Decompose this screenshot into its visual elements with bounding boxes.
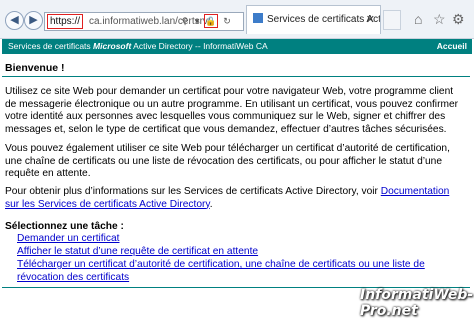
home-icon[interactable]: ⌂ — [414, 10, 422, 28]
intro-paragraph: Utilisez ce site Web pour demander un ce… — [5, 86, 459, 135]
browser-tab[interactable]: Services de certificats Active... ✕ — [246, 5, 381, 34]
welcome-heading: Bienvenue ! — [5, 62, 65, 74]
task-view-pending-status[interactable]: Afficher le statut d’une requête de cert… — [17, 246, 457, 259]
address-bar[interactable]: https:// ca.informatiweb.lan/certsrv/ ⚲ … — [44, 12, 244, 31]
divider — [2, 76, 470, 77]
dropdown-icon[interactable]: ▾ — [191, 15, 203, 27]
task-request-certificate[interactable]: Demander un certificat — [17, 233, 457, 246]
tab-title: Services de certificats Active... — [267, 14, 381, 25]
lock-icon[interactable]: 🔒 — [204, 14, 218, 28]
home-link[interactable]: Accueil — [437, 39, 467, 54]
close-tab-icon[interactable]: ✕ — [366, 6, 375, 34]
site-favicon-icon — [253, 13, 263, 23]
page-banner: Services de certificats Microsoft Active… — [2, 39, 472, 54]
download-paragraph: Vous pouvez également utiliser ce site W… — [5, 143, 450, 179]
search-icon[interactable]: ⚲ — [179, 15, 191, 27]
banner-title: Services de certificats Microsoft Active… — [8, 41, 268, 51]
task-download-ca-certificate[interactable]: Télécharger un certificat d’autorité de … — [17, 259, 457, 284]
address-protocol: https:// — [47, 14, 84, 29]
favorites-star-icon[interactable]: ☆ — [433, 10, 446, 28]
task-heading: Sélectionnez une tâche : — [5, 221, 124, 232]
settings-gear-icon[interactable]: ⚙ — [452, 10, 465, 28]
documentation-paragraph: Pour obtenir plus d’informations sur les… — [5, 186, 450, 210]
back-button[interactable]: ◀ — [5, 11, 24, 30]
new-tab-button[interactable] — [383, 10, 401, 30]
forward-button[interactable]: ▶ — [24, 11, 43, 30]
watermark: InformatiWeb-Pro.net — [360, 287, 474, 319]
browser-chrome: ◀ ▶ https:// ca.informatiweb.lan/certsrv… — [0, 0, 474, 39]
refresh-icon[interactable]: ↻ — [221, 15, 233, 27]
